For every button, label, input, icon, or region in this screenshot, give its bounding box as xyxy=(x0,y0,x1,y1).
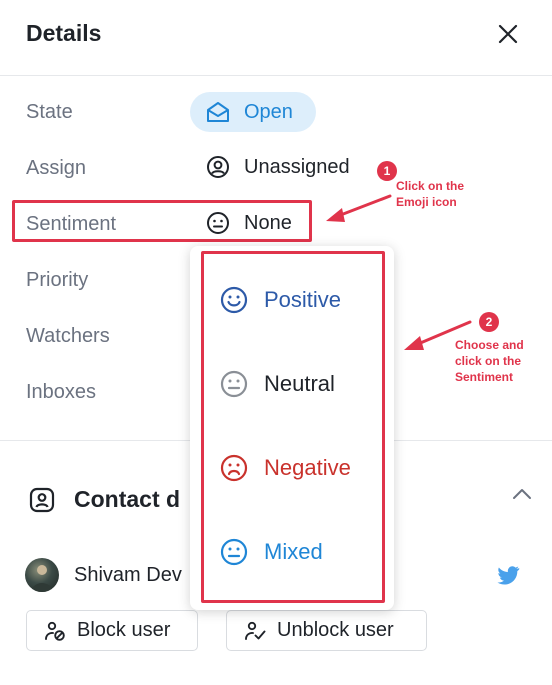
annotation-badge-2: 2 xyxy=(479,312,499,332)
unblock-user-icon xyxy=(245,621,266,640)
unblock-user-label: Unblock user xyxy=(277,619,394,641)
chevron-up-icon[interactable] xyxy=(510,482,534,506)
state-open-pill[interactable]: Open xyxy=(190,92,316,132)
unblock-user-button[interactable]: Unblock user xyxy=(226,610,427,651)
block-user-label: Block user xyxy=(77,619,171,641)
contact-card-icon xyxy=(29,487,55,513)
annotation-text-2: Choose and click on the Sentiment xyxy=(455,338,524,384)
avatar xyxy=(25,558,59,592)
annotation-highlight-sentiment xyxy=(12,200,312,242)
block-user-icon xyxy=(45,621,65,641)
annotation-arrow-1 xyxy=(326,194,392,222)
close-icon[interactable] xyxy=(494,20,522,48)
envelope-open-icon xyxy=(207,102,229,122)
annotation-text-1: Click on the Emoji icon xyxy=(396,179,465,209)
priority-label: Priority xyxy=(26,269,89,291)
user-circle-icon xyxy=(207,156,229,178)
assign-value-text: Unassigned xyxy=(244,155,350,178)
assign-label: Assign xyxy=(26,157,87,179)
annotation-badge-1: 1 xyxy=(377,161,397,181)
inboxes-label: Inboxes xyxy=(26,381,97,403)
state-label: State xyxy=(26,101,73,123)
block-user-button[interactable]: Block user xyxy=(26,610,198,651)
contact-name: Shivam Dev xyxy=(74,564,182,586)
assign-value[interactable]: Unassigned xyxy=(206,155,350,179)
state-value: Open xyxy=(244,100,293,123)
page-title: Details xyxy=(26,20,102,46)
twitter-icon[interactable] xyxy=(495,562,521,588)
details-header: Details xyxy=(0,0,552,76)
contact-details-title: Contact d xyxy=(74,486,181,512)
watchers-label: Watchers xyxy=(26,325,110,347)
annotation-highlight-options xyxy=(201,251,385,603)
